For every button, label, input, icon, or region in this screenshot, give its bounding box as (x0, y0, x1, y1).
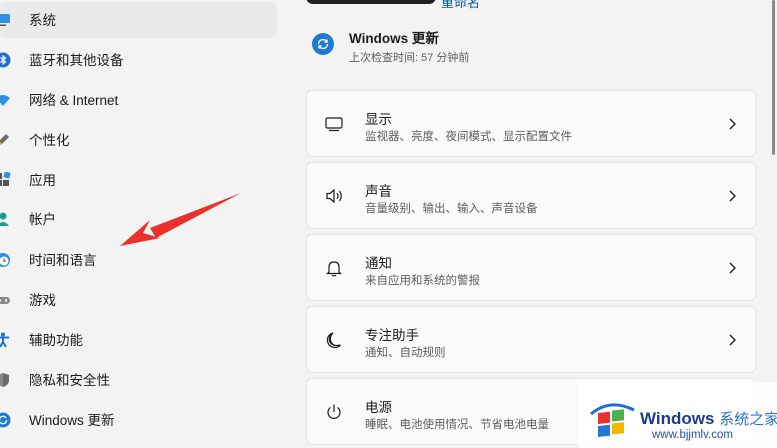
card-title: 电源 (365, 400, 392, 415)
chevron-right-icon (727, 117, 737, 131)
windows-update-status[interactable]: Windows 更新 上次检查时间: 57 分钟前 (312, 26, 612, 66)
sidebar-item-network[interactable]: 网络 & Internet (0, 82, 277, 118)
card-subtitle: 监视器、亮度、夜间模式、显示配置文件 (365, 131, 572, 143)
update-last-checked: 上次检查时间: 57 分钟前 (349, 52, 470, 64)
sidebar-item-label: 应用 (29, 173, 56, 188)
sidebar-item-label: 蓝牙和其他设备 (29, 53, 124, 68)
windows-update-icon (0, 411, 12, 429)
sidebar-item-time-language[interactable]: 时间和语言 (0, 242, 277, 278)
moon-icon (323, 329, 345, 351)
accessibility-icon (0, 331, 12, 349)
gamepad-icon (0, 291, 12, 309)
sidebar-item-label: Windows 更新 (29, 413, 115, 428)
sidebar-item-label: 帐户 (29, 212, 56, 227)
sidebar-item-label: 系统 (29, 13, 56, 28)
sidebar-item-label: 时间和语言 (29, 253, 97, 268)
account-icon (0, 210, 12, 228)
sidebar-item-label: 个性化 (29, 133, 70, 148)
sidebar-item-privacy[interactable]: 隐私和安全性 (0, 362, 277, 398)
card-title: 显示 (365, 112, 392, 127)
shield-icon (0, 371, 12, 389)
bell-icon (323, 257, 345, 279)
brush-icon (0, 131, 12, 149)
sync-icon (312, 33, 334, 55)
sidebar-item-label: 隐私和安全性 (29, 373, 110, 388)
settings-card-focus-assist[interactable]: 专注助手 通知、自动规则 (306, 306, 756, 373)
card-title: 通知 (365, 256, 392, 271)
sidebar-item-label: 游戏 (29, 293, 56, 308)
sidebar-item-accessibility[interactable]: 辅助功能 (0, 322, 277, 358)
watermark-brand: Windows 系统之家 (640, 408, 777, 429)
sidebar-item-system[interactable]: 系统 (0, 2, 277, 38)
sidebar-item-personalization[interactable]: 个性化 (0, 122, 277, 158)
sidebar-item-label: 辅助功能 (29, 333, 83, 348)
sidebar-item-gaming[interactable]: 游戏 (0, 282, 277, 318)
chevron-right-icon (727, 189, 737, 203)
scrollbar-thumb[interactable] (772, 0, 775, 155)
sidebar-item-bluetooth[interactable]: 蓝牙和其他设备 (0, 42, 277, 78)
sidebar-nav: 系统 蓝牙和其他设备 网络 & Internet 个性化 应用 帐户 时间和语言… (0, 0, 290, 448)
wifi-icon (0, 91, 12, 109)
clock-globe-icon (0, 251, 12, 269)
sidebar-item-windows-update[interactable]: Windows 更新 (0, 402, 277, 438)
windows-logo-icon (588, 396, 636, 445)
chevron-right-icon (727, 333, 737, 347)
bluetooth-icon (0, 51, 12, 69)
apps-icon (0, 171, 12, 189)
rename-link[interactable]: 重命名 (441, 0, 480, 11)
settings-card-notifications[interactable]: 通知 来自应用和系统的警报 (306, 234, 756, 301)
watermark: Windows 系统之家 www.bjjmlv.com (578, 382, 777, 448)
sidebar-item-label: 网络 & Internet (29, 93, 119, 108)
chevron-right-icon (727, 261, 737, 275)
card-subtitle: 音量级别、输出、输入、声音设备 (365, 203, 538, 215)
sidebar-item-accounts[interactable]: 帐户 (0, 201, 277, 237)
display-icon (323, 113, 345, 135)
settings-card-sound[interactable]: 声音 音量级别、输出、输入、声音设备 (306, 162, 756, 229)
sidebar-item-apps[interactable]: 应用 (0, 162, 277, 198)
update-title: Windows 更新 (349, 31, 439, 46)
card-title: 声音 (365, 184, 392, 199)
power-icon (323, 401, 345, 423)
card-title: 专注助手 (365, 328, 419, 343)
device-thumbnail (306, 0, 436, 4)
card-subtitle: 睡眠、电池使用情况、节省电池电量 (365, 419, 549, 431)
watermark-brand-cn: 系统之家 (719, 411, 777, 428)
card-subtitle: 来自应用和系统的警报 (365, 275, 480, 287)
monitor-icon (0, 11, 12, 29)
watermark-brand-en: Windows (640, 409, 715, 428)
watermark-url: www.bjjmlv.com (652, 429, 733, 441)
card-subtitle: 通知、自动规则 (365, 347, 446, 359)
speaker-icon (323, 185, 345, 207)
settings-card-display[interactable]: 显示 监视器、亮度、夜间模式、显示配置文件 (306, 90, 756, 157)
